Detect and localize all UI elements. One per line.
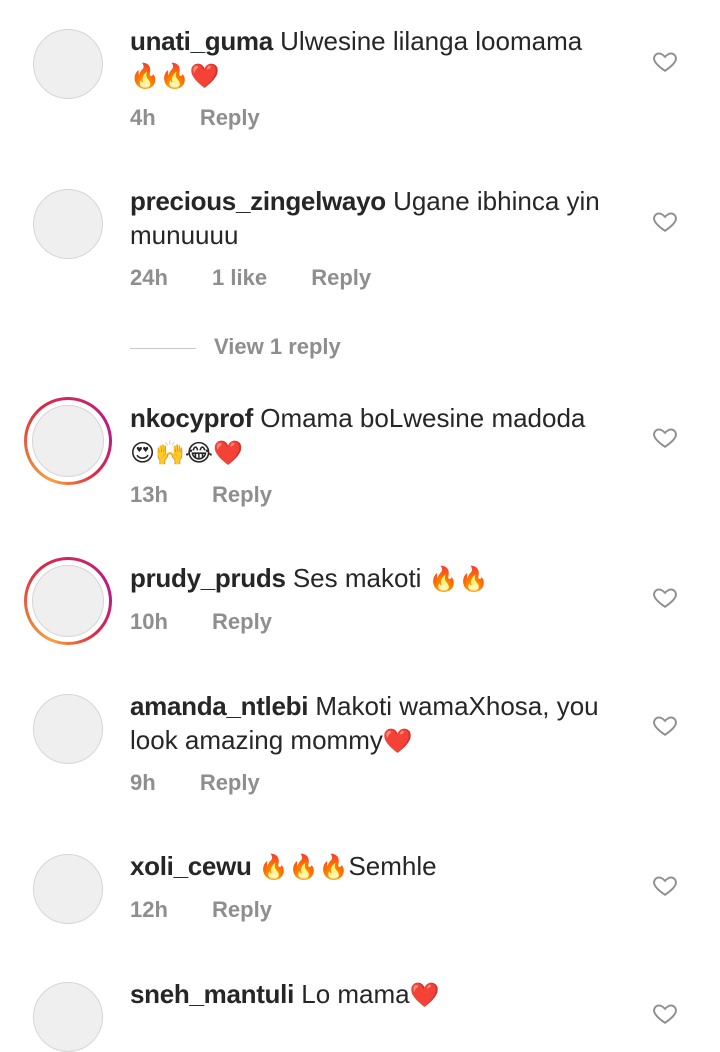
heart-outline-icon[interactable] bbox=[652, 872, 678, 898]
comment-username[interactable]: sneh_mantuli bbox=[130, 979, 294, 1009]
avatar-story-ring[interactable] bbox=[24, 397, 112, 485]
comment-username[interactable]: unati_guma bbox=[130, 26, 273, 56]
comment-emoji: 🔥🔥❤️ bbox=[130, 62, 220, 90]
heart-outline-icon[interactable] bbox=[652, 712, 678, 738]
heart-outline-icon[interactable] bbox=[652, 48, 678, 74]
comment-time: 9h bbox=[130, 770, 156, 795]
heart-outline-icon[interactable] bbox=[652, 584, 678, 610]
comment-emoji: ❤️ bbox=[409, 981, 440, 1009]
comment-text: Semhle bbox=[348, 851, 437, 881]
view-replies-button[interactable]: View 1 reply bbox=[130, 334, 341, 360]
reply-button[interactable]: Reply bbox=[311, 265, 371, 291]
comment-username[interactable]: precious_zingelwayo bbox=[130, 186, 386, 216]
comment-likes[interactable]: 1 like bbox=[212, 265, 267, 291]
reply-button[interactable]: Reply bbox=[212, 609, 272, 635]
comment-emoji: 🔥🔥 bbox=[428, 565, 489, 593]
avatar[interactable] bbox=[33, 189, 103, 259]
comment-time: 24h bbox=[130, 265, 168, 290]
comment-text: Lo mama bbox=[301, 979, 410, 1009]
comment-text: Ses makoti bbox=[292, 563, 422, 593]
avatar bbox=[32, 565, 104, 637]
comment-emoji: ❤️ bbox=[382, 727, 413, 755]
divider bbox=[130, 347, 196, 349]
reply-button[interactable]: Reply bbox=[212, 897, 272, 923]
comment-username[interactable]: xoli_cewu bbox=[130, 851, 252, 881]
comment-emoji: 🔥🔥🔥 bbox=[258, 853, 349, 881]
reply-button[interactable]: Reply bbox=[200, 770, 260, 796]
comment-time: 4h bbox=[130, 105, 156, 130]
heart-outline-icon[interactable] bbox=[652, 208, 678, 234]
comment-emoji: 😍🙌😂❤️ bbox=[130, 439, 243, 467]
avatar-story-ring[interactable] bbox=[24, 557, 112, 645]
comment-text: Ulwesine lilanga loomama bbox=[280, 26, 583, 56]
comment-time: 13h bbox=[130, 482, 168, 507]
comment-username[interactable]: amanda_ntlebi bbox=[130, 691, 308, 721]
heart-outline-icon[interactable] bbox=[652, 424, 678, 450]
avatar[interactable] bbox=[33, 982, 103, 1052]
avatar[interactable] bbox=[33, 694, 103, 764]
reply-button[interactable]: Reply bbox=[200, 105, 260, 131]
reply-button[interactable]: Reply bbox=[212, 482, 272, 508]
avatar[interactable] bbox=[33, 854, 103, 924]
comment-time: 12h bbox=[130, 897, 168, 922]
comment-time: 10h bbox=[130, 609, 168, 634]
comment-text: Omama boLwesine madoda bbox=[260, 403, 586, 433]
avatar[interactable] bbox=[33, 29, 103, 99]
heart-outline-icon[interactable] bbox=[652, 1000, 678, 1026]
avatar bbox=[32, 405, 104, 477]
comment-username[interactable]: prudy_pruds bbox=[130, 563, 286, 593]
comment-username[interactable]: nkocyprof bbox=[130, 403, 253, 433]
